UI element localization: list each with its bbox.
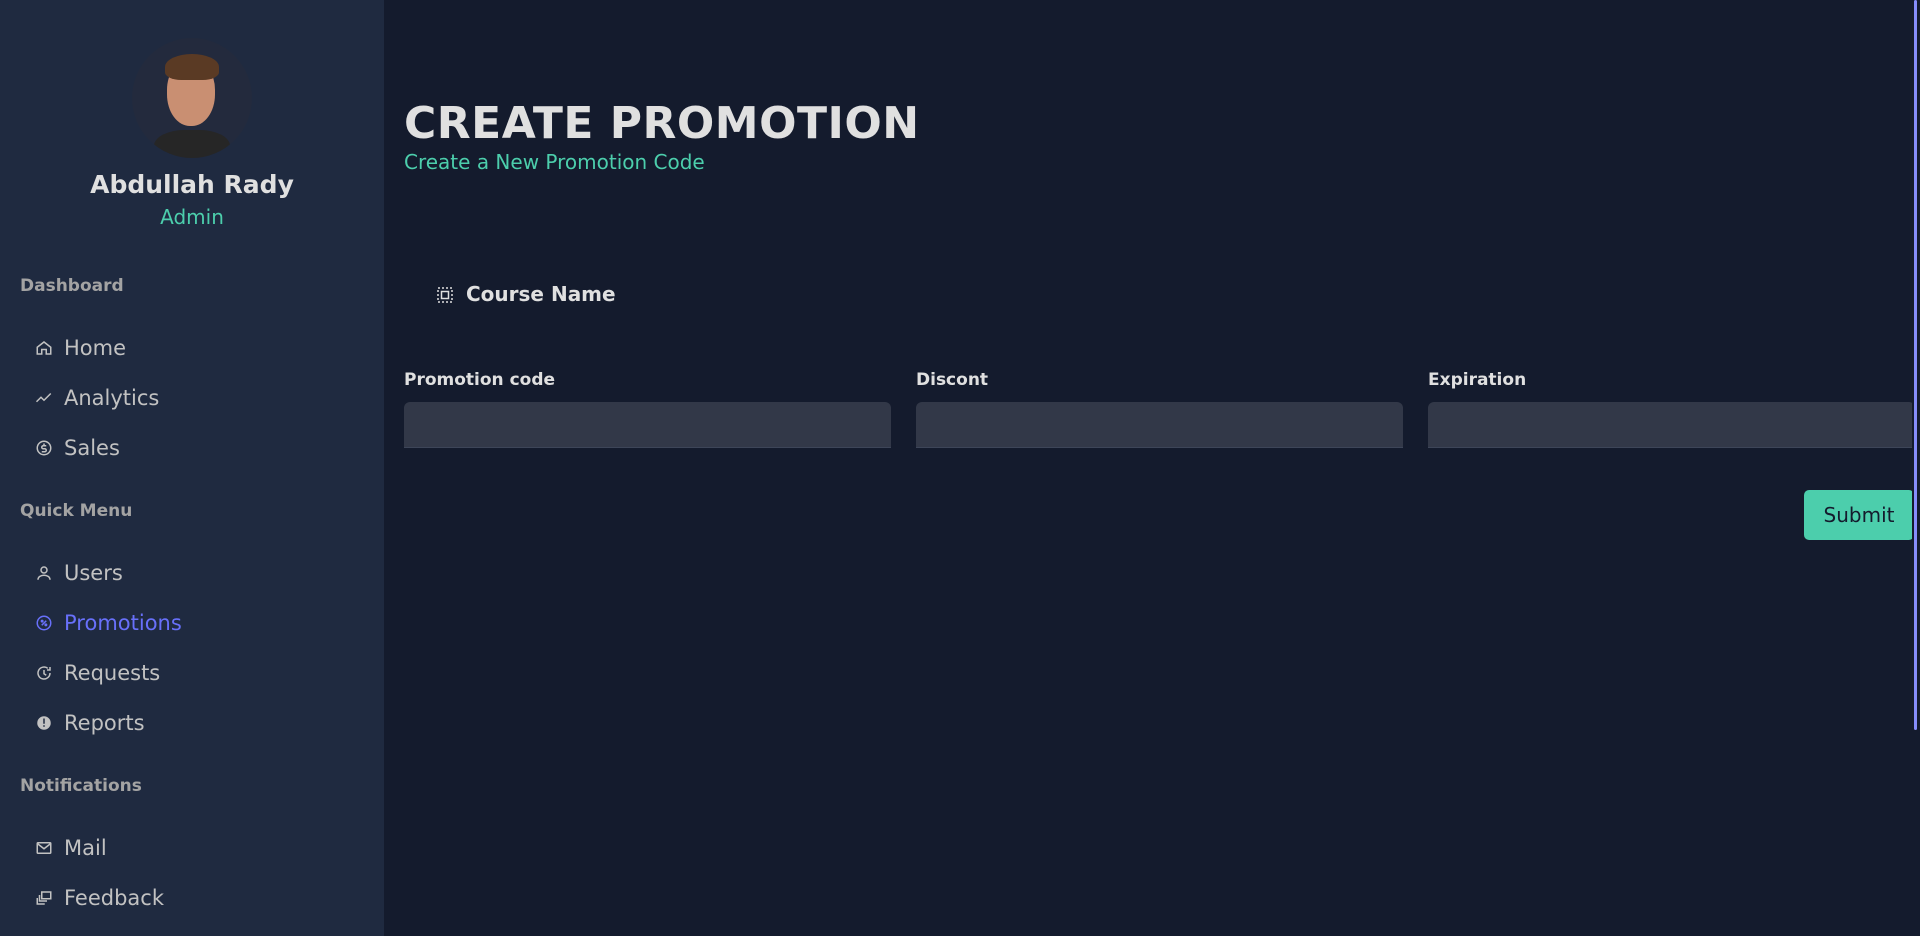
course-name-label: Course Name (466, 282, 616, 306)
trend-icon (34, 388, 54, 408)
promotion-code-label: Promotion code (404, 370, 556, 390)
promotion-code-field: Promotion code (404, 370, 891, 448)
badge-icon (34, 613, 54, 633)
sidebar-item-label: Feedback (64, 886, 165, 910)
sidebar-item-feedback[interactable]: Feedback (34, 883, 164, 913)
sidebar-item-label: Reports (64, 711, 145, 735)
expiration-label: Expiration (1428, 370, 1527, 390)
sidebar-item-reports[interactable]: Reports (34, 708, 145, 738)
section-title-dashboard: Dashboard (20, 276, 124, 296)
sidebar-item-promotions[interactable]: Promotions (34, 608, 182, 638)
app: Abdullah Rady Admin Dashboard Home Analy… (0, 0, 1920, 936)
page-title: CREATE PROMOTION (404, 98, 920, 149)
sidebar-item-label: Users (64, 561, 123, 585)
mail-icon (34, 838, 54, 858)
profile-role: Admin (160, 205, 224, 229)
profile-name: Abdullah Rady (90, 170, 294, 199)
section-title-notifications: Notifications (20, 776, 142, 796)
discount-input[interactable] (916, 402, 1403, 448)
sidebar-item-label: Mail (64, 836, 107, 860)
expiration-field: Expiration (1428, 370, 1915, 448)
dollar-icon (34, 438, 54, 458)
promotion-code-input[interactable] (404, 402, 891, 448)
sidebar-item-label: Sales (64, 436, 120, 460)
request-icon (34, 663, 54, 683)
main-content: CREATE PROMOTION Create a New Promotion … (384, 0, 1920, 936)
sidebar-item-users[interactable]: Users (34, 558, 123, 588)
sidebar-item-requests[interactable]: Requests (34, 658, 160, 688)
sidebar-item-label: Requests (64, 661, 161, 685)
page-subtitle: Create a New Promotion Code (404, 150, 705, 174)
sidebar: Abdullah Rady Admin Dashboard Home Analy… (0, 0, 384, 936)
expiration-input[interactable] (1428, 402, 1915, 448)
sidebar-item-analytics[interactable]: Analytics (34, 383, 159, 413)
user-icon (34, 563, 54, 583)
sidebar-item-label: Home (64, 336, 127, 360)
course-name-selector[interactable]: Course Name (436, 282, 616, 306)
profile: Abdullah Rady Admin (0, 38, 384, 229)
sidebar-item-mail[interactable]: Mail (34, 833, 107, 863)
submit-button[interactable]: Submit (1804, 490, 1914, 540)
sidebar-item-sales[interactable]: Sales (34, 433, 120, 463)
sidebar-item-home[interactable]: Home (34, 333, 126, 363)
avatar (132, 38, 252, 158)
section-title-quick-menu: Quick Menu (20, 501, 133, 521)
discount-field: Discont (916, 370, 1403, 448)
sidebar-item-label: Promotions (64, 611, 182, 635)
scrollbar-thumb[interactable] (1914, 0, 1917, 730)
home-icon (34, 338, 54, 358)
scrollbar[interactable] (1912, 0, 1920, 936)
alert-icon (34, 713, 54, 733)
select-box-icon (436, 285, 454, 303)
discount-label: Discont (916, 370, 989, 390)
sidebar-item-label: Analytics (64, 386, 160, 410)
feedback-icon (34, 888, 54, 908)
